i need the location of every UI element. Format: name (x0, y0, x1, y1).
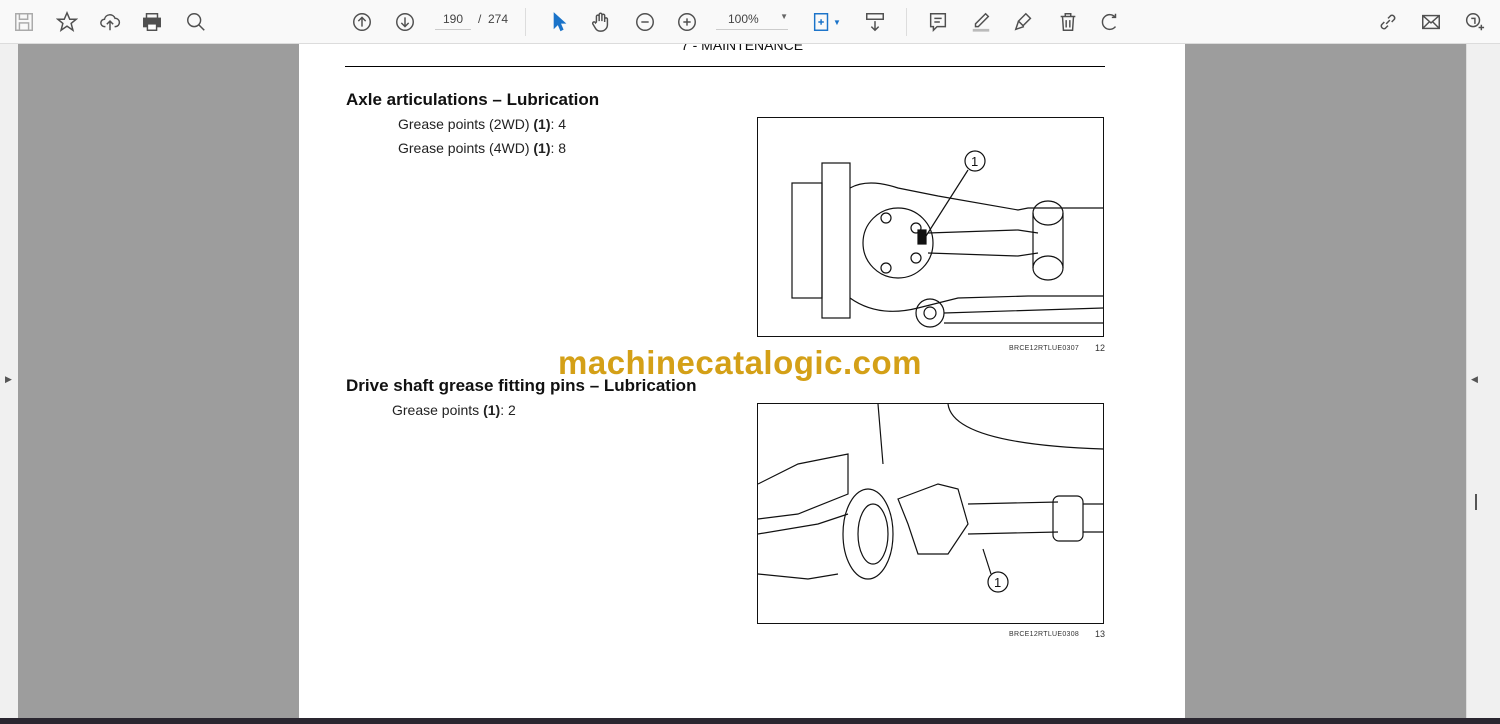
callout-number: 1 (971, 154, 978, 169)
value: : 4 (550, 116, 567, 132)
ref: (1) (533, 140, 551, 156)
delete-icon[interactable] (1054, 8, 1082, 36)
zoom-out-icon[interactable] (631, 8, 659, 36)
previous-page-icon[interactable] (348, 8, 376, 36)
grease-points-2wd: Grease points (2WD) (1): 4 (398, 116, 566, 132)
figure-code: BRCE12RTLUE0307 (1009, 345, 1080, 352)
grease-points: Grease points (1): 2 (392, 402, 516, 418)
grease-points-4wd: Grease points (4WD) (1): 8 (398, 140, 566, 156)
section-title: Axle articulations – Lubrication (346, 90, 600, 109)
hand-tool-icon[interactable] (587, 8, 615, 36)
comment-icon[interactable] (924, 8, 952, 36)
upload-cloud-icon[interactable] (96, 8, 124, 36)
email-icon[interactable] (1417, 8, 1445, 36)
sign-icon[interactable] (1010, 8, 1038, 36)
figure-number: 12 (1095, 343, 1106, 353)
figure-code: BRCE12RTLUE0308 (1009, 631, 1080, 638)
divider (906, 8, 907, 36)
figure-number: 13 (1095, 629, 1106, 639)
label: Grease points (392, 402, 484, 418)
print-icon[interactable] (138, 8, 166, 36)
axle-drawing: 1 (791, 150, 1104, 328)
select-cursor-icon[interactable] (545, 8, 573, 36)
drive-shaft-drawing: 1 (757, 403, 1104, 593)
callout-number: 1 (994, 575, 1001, 590)
ref: (1) (533, 116, 551, 132)
expand-left-icon: ▶ (5, 374, 12, 384)
value: : 8 (550, 140, 567, 156)
label: Grease points (2WD) (398, 116, 534, 132)
share-link-icon[interactable] (1374, 8, 1402, 36)
drive-shaft-figure: 1 (757, 403, 1104, 624)
axle-figure: 1 (757, 117, 1104, 337)
header-rule (345, 66, 1105, 67)
page-number-input[interactable]: 190 (435, 12, 471, 30)
zoom-value: 100% (728, 12, 759, 26)
find-icon[interactable] (182, 8, 210, 36)
label: Grease points (4WD) (398, 140, 534, 156)
right-panel: ◀ (1466, 44, 1500, 718)
chevron-down-icon: ▼ (780, 12, 788, 21)
zoom-dropdown[interactable]: 100% ▼ (716, 12, 788, 30)
page-header: 7 - MAINTENANCE (680, 44, 804, 53)
page-fit-icon[interactable]: ▼ (808, 8, 844, 36)
section-title: Drive shaft grease fitting pins – Lubric… (346, 376, 697, 395)
page-total: 274 (488, 12, 509, 26)
toolbar: 190 / 274 100% ▼ ▼ (0, 0, 1500, 44)
zoom-in-icon[interactable] (673, 8, 701, 36)
save-icon[interactable] (10, 8, 38, 36)
bookmark-star-icon[interactable] (53, 8, 81, 36)
expand-right-icon[interactable]: ◀ (1471, 374, 1478, 385)
next-page-icon[interactable] (391, 8, 419, 36)
pdf-page: 7 - MAINTENANCE Axle articulations – Lub… (299, 44, 1185, 718)
scrollbar-thumb[interactable] (1475, 494, 1477, 510)
scroll-mode-icon[interactable] (861, 8, 889, 36)
highlight-pen-icon[interactable] (967, 8, 995, 36)
add-user-icon[interactable] (1460, 8, 1488, 36)
divider (525, 8, 526, 36)
ref: (1) (483, 402, 501, 418)
rotate-icon[interactable] (1096, 8, 1124, 36)
page-separator: / (478, 12, 482, 26)
left-panel-toggle[interactable]: ▶ (0, 44, 18, 718)
value: : 2 (500, 402, 516, 418)
taskbar-edge (0, 718, 1500, 724)
